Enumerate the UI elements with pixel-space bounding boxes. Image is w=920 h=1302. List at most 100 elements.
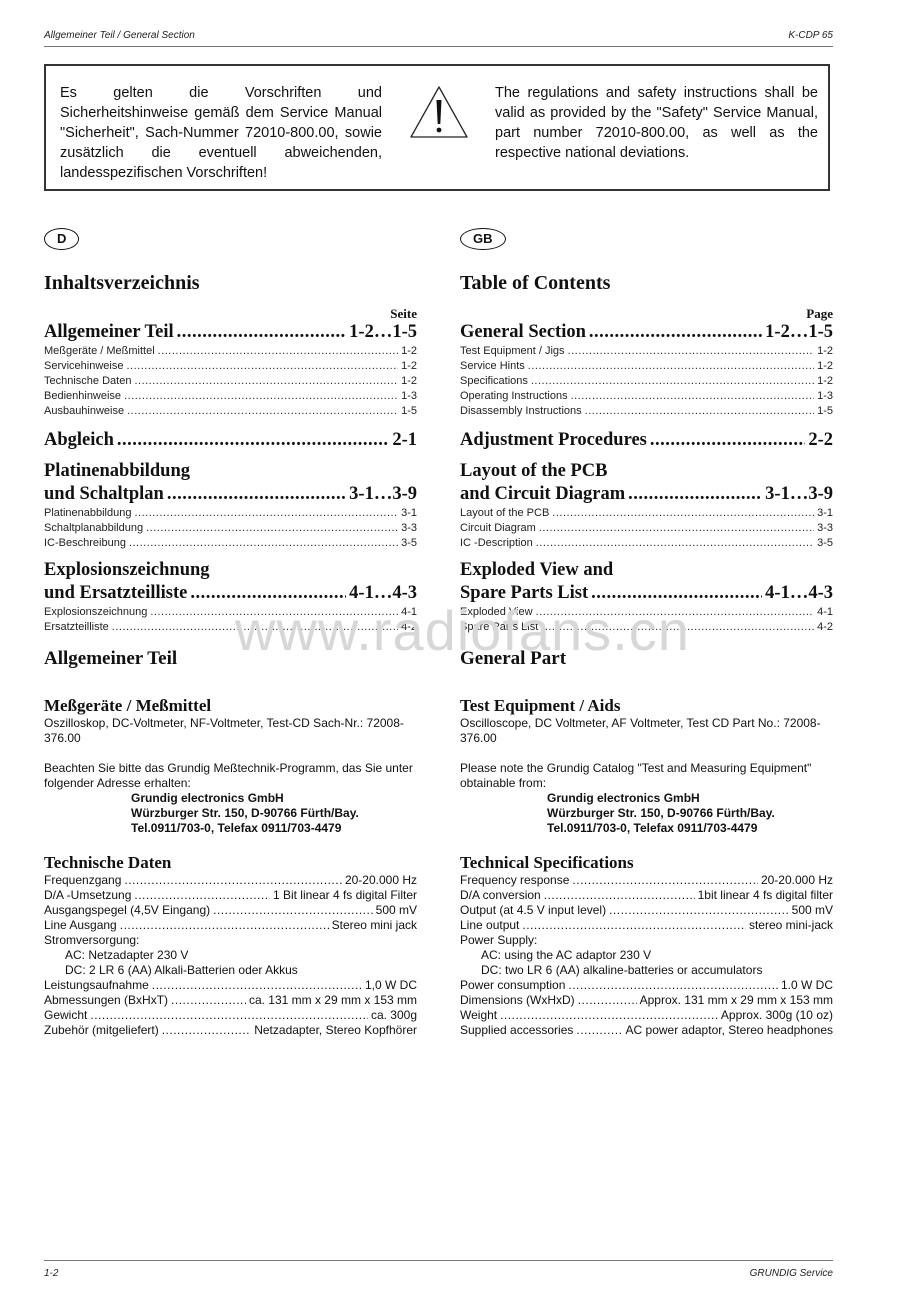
toc-item[interactable]: Ausbauhinweise 1-5 [44,405,417,420]
toc-section-heading: Exploded View and [460,560,614,580]
toc-section[interactable]: Spare Parts List 4-1…4-3 [460,583,833,606]
address-line: Grundig electronics GmbH [547,791,700,805]
toc-item[interactable]: IC -Description 3-5 [460,537,833,552]
row-label: Weight [460,1008,498,1022]
row-label: Leistungsaufnahme [44,978,149,992]
toc-item[interactable]: Layout of the PCB 3-1 [460,507,833,522]
row-label: Abmessungen (BxHxT) [44,993,169,1007]
row-value: 1-3 [401,390,417,402]
row-label: and Circuit Diagram [460,484,626,504]
dot-leader [134,888,270,903]
dot-leader [162,1023,252,1038]
row-label: Spare Parts List [460,583,589,603]
spec-row: Zubehör (mitgeliefert) Netzadapter, Stere… [44,1023,417,1038]
toc-section[interactable]: and Circuit Diagram 3-1…3-9 [460,484,833,507]
dot-leader [171,993,246,1008]
spec-row: Frequency response 20-20.000 Hz [460,873,833,888]
subsection-title: Meßgeräte / Meßmittel [44,696,212,715]
row-value: 4-1 [817,606,833,618]
spec-row: Abmessungen (BxHxT) ca. 131 mm x 29 mm x … [44,993,417,1008]
row-label: Ausbauhinweise [44,405,125,417]
toc-item[interactable]: Spare Parts List 4-2 [460,621,833,636]
row-label: Ersatzteilliste [44,621,109,633]
row-value: 1-2 [817,375,833,387]
row-value: 4-1 [401,606,417,618]
row-value: 3-3 [817,522,833,534]
address-line: Tel.0911/703-0, Telefax 0911/703-4479 [547,821,758,835]
address-line: Tel.0911/703-0, Telefax 0911/703-4479 [131,821,342,835]
toc-item[interactable]: Ersatzteilliste 4-2 [44,621,417,636]
dot-leader [539,522,814,534]
row-label: Technische Daten [44,375,132,387]
toc-item[interactable]: Disassembly Instructions 1-5 [460,405,833,420]
row-value: 1-2 [817,360,833,372]
toc-item[interactable]: Servicehinweise 1-2 [44,360,417,375]
row-value: 3-1…3-9 [765,484,833,504]
toc-item[interactable]: Test Equipment / Jigs 1-2 [460,345,833,360]
toc-item[interactable]: Specifications 1-2 [460,375,833,390]
row-value: 3-5 [401,537,417,549]
toc-item[interactable]: Platinenabbildung 3-1 [44,507,417,522]
row-label: Abgleich [44,430,114,450]
row-value: 1-2…1-5 [765,322,833,342]
toc-item[interactable]: Meßgeräte / Meßmittel 1-2 [44,345,417,360]
row-label: Allgemeiner Teil [44,322,174,342]
power-supply-label: Stromversorgung: [44,933,140,947]
toc-item[interactable]: Explosionszeichnung 4-1 [44,606,417,621]
toc-item[interactable]: Operating Instructions 1-3 [460,390,833,405]
toc-section[interactable]: und Schaltplan 3-1…3-9 [44,484,417,507]
row-value: 4-2 [401,621,417,633]
row-value: 3-1…3-9 [349,484,417,504]
row-label: Circuit Diagram [460,522,536,534]
row-value: 1-2 [817,345,833,357]
toc-item[interactable]: IC-Beschreibung 3-5 [44,537,417,552]
toc-title-de: Inhaltsverzeichnis [44,272,200,294]
spec-row: Leistungsaufnahme 1,0 W DC [44,978,417,993]
row-value: stereo mini-jack [748,918,833,932]
dot-leader [126,360,398,372]
row-label: Line output [460,918,520,932]
toc-item[interactable]: Circuit Diagram 3-3 [460,522,833,537]
dot-leader [591,583,762,604]
general-section-german: Allgemeiner Teil Meßgeräte / Meßmittel O… [44,648,417,1038]
power-supply-line: AC: Netzadapter 230 V [65,948,189,962]
dot-leader [568,345,815,357]
toc-item[interactable]: Schaltplanabbildung 3-3 [44,522,417,537]
dot-leader [167,484,346,505]
toc-item[interactable]: Service Hints 1-2 [460,360,833,375]
row-label: Power consumption [460,978,566,992]
row-value: 4-1…4-3 [349,583,417,603]
spec-row: Power consumption 1.0 W DC [460,978,833,993]
dot-leader [500,1008,718,1023]
row-value: 1-2…1-5 [349,322,417,342]
page-footer: 1-2 GRUNDIG Service [44,1260,833,1281]
toc-section[interactable]: und Ersatzteilliste 4-1…4-3 [44,583,417,606]
toc-english: GB Table of Contents Page General Sectio… [460,228,833,636]
dot-leader [552,507,814,519]
toc-section[interactable]: Abgleich 2-1 [44,430,417,453]
toc-section[interactable]: Allgemeiner Teil 1-2…1-5 [44,322,417,345]
toc-section[interactable]: Adjustment Procedures 2-2 [460,430,833,453]
row-label: Specifications [460,375,528,387]
spec-row: Ausgangspegel (4,5V Eingang) 500 mV [44,903,417,918]
toc-section[interactable]: General Section 1-2…1-5 [460,322,833,345]
toc-item[interactable]: Technische Daten 1-2 [44,375,417,390]
safety-notice-english: The regulations and safety instructions … [495,85,818,161]
toc-item[interactable]: Bedienhinweise 1-3 [44,390,417,405]
dot-leader [522,918,746,933]
row-value: 1-2 [401,375,417,387]
header-section-title: Allgemeiner Teil / General Section [44,30,195,41]
dot-leader [90,1008,368,1023]
dot-leader [146,522,398,534]
section-title: General Part [460,648,567,669]
dot-leader [127,405,398,417]
row-label: Supplied accessories [460,1023,574,1037]
row-value: 1-2 [401,345,417,357]
toc-item[interactable]: Exploded View 4-1 [460,606,833,621]
power-supply-label: Power Supply: [460,933,538,947]
row-label: Line Ausgang [44,918,117,932]
dot-leader [568,978,778,993]
toc-section-heading: Layout of the PCB [460,461,608,481]
power-supply-line: AC: using the AC adaptor 230 V [481,948,652,962]
row-value: 4-2 [817,621,833,633]
